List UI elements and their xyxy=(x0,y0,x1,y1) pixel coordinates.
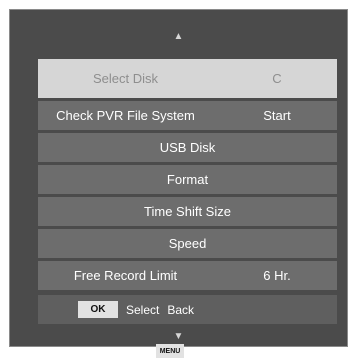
key-hint-bar: OK Select MENU Back xyxy=(38,295,337,358)
ok-key-icon: OK xyxy=(78,301,118,318)
menu-hint-label: Back xyxy=(167,302,195,317)
menu-item-speed[interactable]: Speed xyxy=(38,229,337,258)
scroll-down-arrow-icon[interactable]: ▼ xyxy=(10,332,347,342)
menu-item-select-disk[interactable]: Select Disk C xyxy=(38,59,337,98)
menu-item-value: C xyxy=(272,71,282,86)
menu-item-check-pvr-file-system[interactable]: Check PVR File System Start xyxy=(38,101,337,130)
menu-item-label: Time Shift Size xyxy=(144,204,231,219)
scroll-up-arrow-icon[interactable]: ▲ xyxy=(10,32,347,42)
menu-item-value: 6 Hr. xyxy=(263,268,291,283)
menu-item-usb-disk[interactable]: USB Disk xyxy=(38,133,337,162)
pvr-settings-panel: ▲ Select Disk C Check PVR File System St… xyxy=(9,9,348,358)
menu-item-label: Speed xyxy=(168,236,207,251)
menu-item-label: Check PVR File System xyxy=(56,108,195,123)
ok-hint-label: Select xyxy=(126,302,160,317)
menu-item-free-record-limit[interactable]: Free Record Limit 6 Hr. xyxy=(38,261,337,290)
menu-item-label: USB Disk xyxy=(159,140,216,155)
menu-item-time-shift-size[interactable]: Time Shift Size xyxy=(38,197,337,226)
menu-item-label: Free Record Limit xyxy=(73,268,178,283)
menu-item-value: Start xyxy=(263,108,291,123)
menu-item-label: Format xyxy=(166,172,209,187)
menu-key-icon: MENU xyxy=(156,344,184,358)
menu-item-label: Select Disk xyxy=(92,71,159,86)
settings-menu: Select Disk C Check PVR File System Star… xyxy=(38,59,337,293)
menu-item-format[interactable]: Format xyxy=(38,165,337,194)
